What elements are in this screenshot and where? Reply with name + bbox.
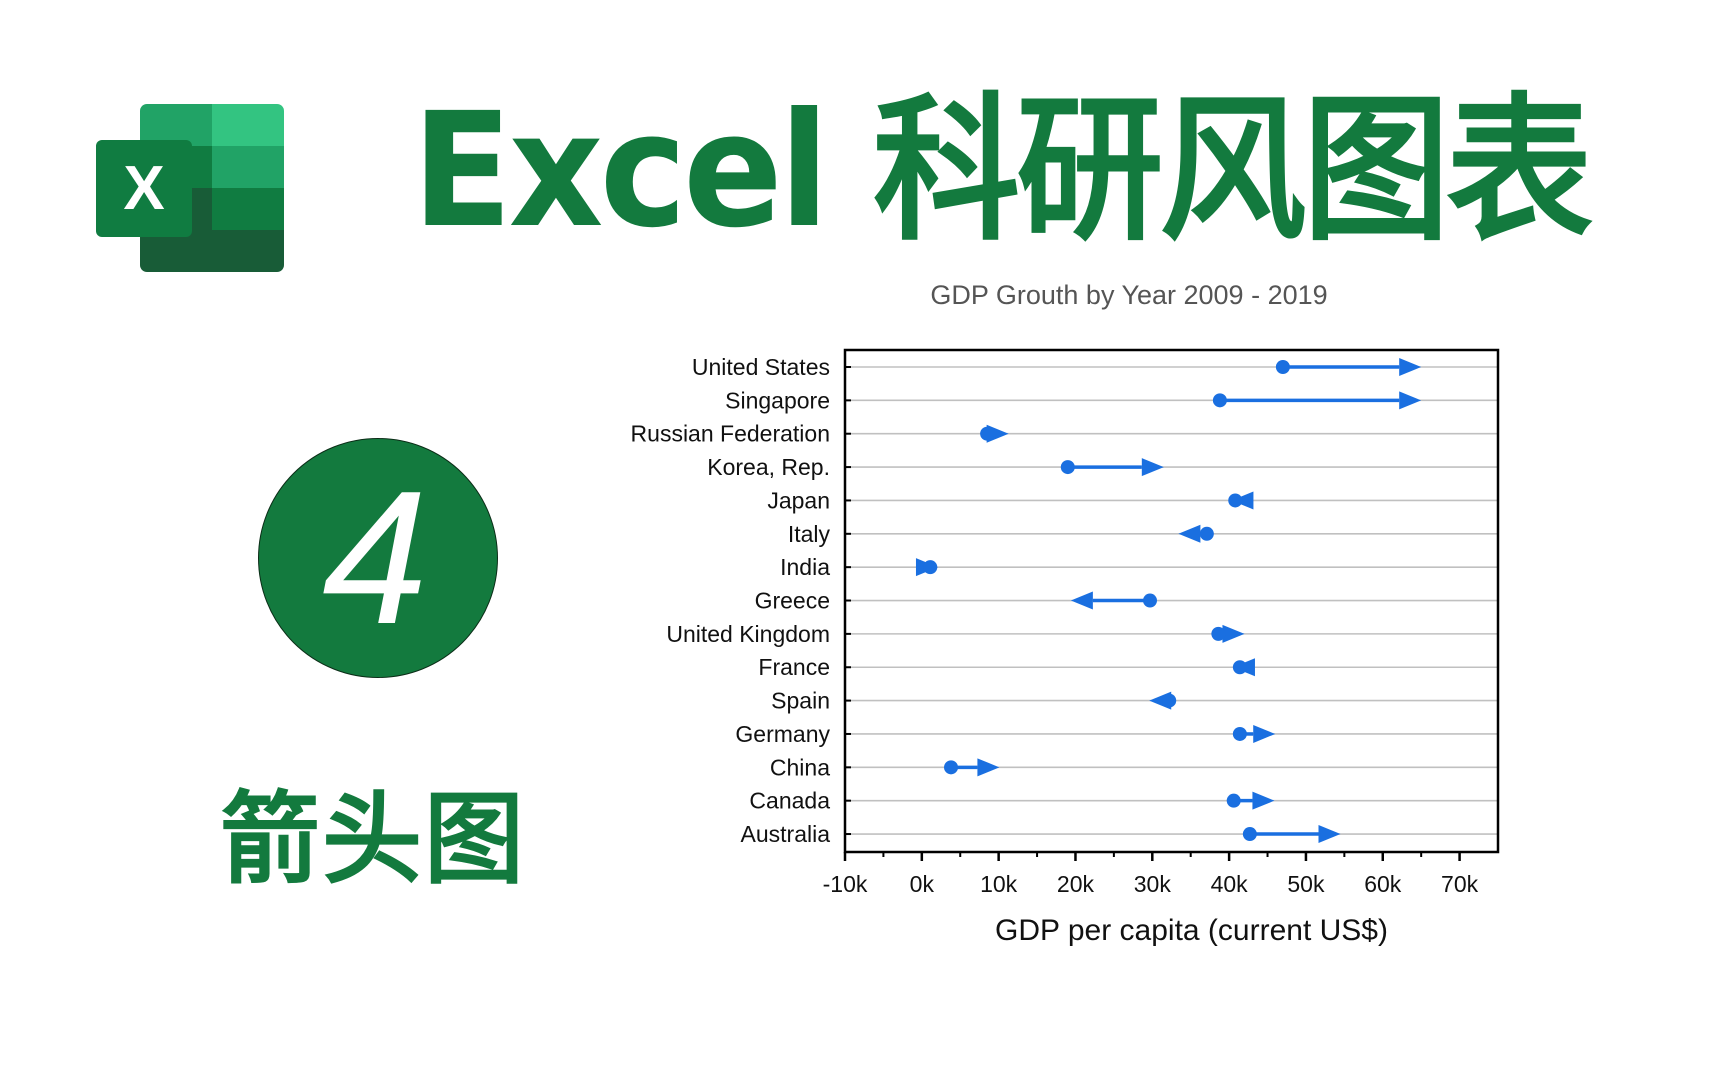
y-tick-label: United States bbox=[692, 354, 830, 380]
y-tick-label: Singapore bbox=[725, 387, 830, 413]
y-tick-label: Germany bbox=[735, 721, 830, 747]
arrow-head-2019 bbox=[1070, 591, 1093, 610]
y-tick-label: United Kingdom bbox=[666, 621, 830, 647]
point-2009 bbox=[980, 426, 995, 441]
arrow-head-2019 bbox=[1399, 391, 1422, 410]
point-2009 bbox=[1232, 660, 1247, 675]
x-tick-label: 40k bbox=[1211, 871, 1249, 897]
y-tick-label: Canada bbox=[749, 788, 830, 814]
x-tick-label: -10k bbox=[823, 871, 868, 897]
y-tick-label: China bbox=[770, 754, 830, 780]
point-2009 bbox=[1211, 626, 1226, 641]
x-tick-label: 20k bbox=[1057, 871, 1095, 897]
point-2009 bbox=[923, 560, 938, 575]
x-tick-label: 0k bbox=[910, 871, 935, 897]
y-tick-label: Japan bbox=[767, 487, 830, 513]
arrow-head-2019 bbox=[1222, 624, 1245, 643]
y-tick-label: Greece bbox=[755, 588, 830, 614]
x-tick-label: 30k bbox=[1134, 871, 1172, 897]
x-tick-label: 50k bbox=[1287, 871, 1325, 897]
arrow-head-2019 bbox=[1253, 724, 1276, 743]
point-2009 bbox=[1142, 593, 1157, 608]
point-2009 bbox=[944, 760, 959, 775]
arrow-head-2019 bbox=[1318, 825, 1341, 844]
arrow-head-2019 bbox=[977, 758, 1000, 777]
y-tick-label: France bbox=[758, 654, 830, 680]
point-2009 bbox=[1162, 693, 1177, 708]
point-2009 bbox=[1060, 460, 1075, 475]
x-tick-label: 60k bbox=[1364, 871, 1402, 897]
arrow-head-2019 bbox=[1399, 358, 1422, 376]
x-tick-label: 70k bbox=[1441, 871, 1479, 897]
arrow-head-2019 bbox=[1178, 524, 1201, 543]
point-2009 bbox=[1242, 827, 1257, 842]
y-tick-label: Italy bbox=[788, 521, 831, 547]
point-2009 bbox=[1226, 793, 1241, 808]
x-axis-title: GDP per capita (current US$) bbox=[995, 914, 1388, 947]
y-tick-label: India bbox=[780, 554, 830, 580]
y-tick-label: Russian Federation bbox=[631, 421, 830, 447]
arrow-chart: United States Singapore Russian Federation… bbox=[631, 348, 1500, 947]
point-2009 bbox=[1228, 493, 1243, 508]
x-tick-label: 10k bbox=[980, 871, 1018, 897]
point-2009 bbox=[1232, 726, 1247, 741]
y-tick-label: Australia bbox=[741, 821, 831, 847]
point-2009 bbox=[1275, 360, 1290, 374]
y-tick-label: Spain bbox=[771, 688, 830, 714]
arrow-head-2019 bbox=[1141, 458, 1164, 477]
y-tick-label: Korea, Rep. bbox=[707, 454, 830, 480]
point-2009 bbox=[1199, 526, 1214, 541]
arrow-head-2019 bbox=[1252, 791, 1275, 810]
point-2009 bbox=[1212, 393, 1227, 408]
